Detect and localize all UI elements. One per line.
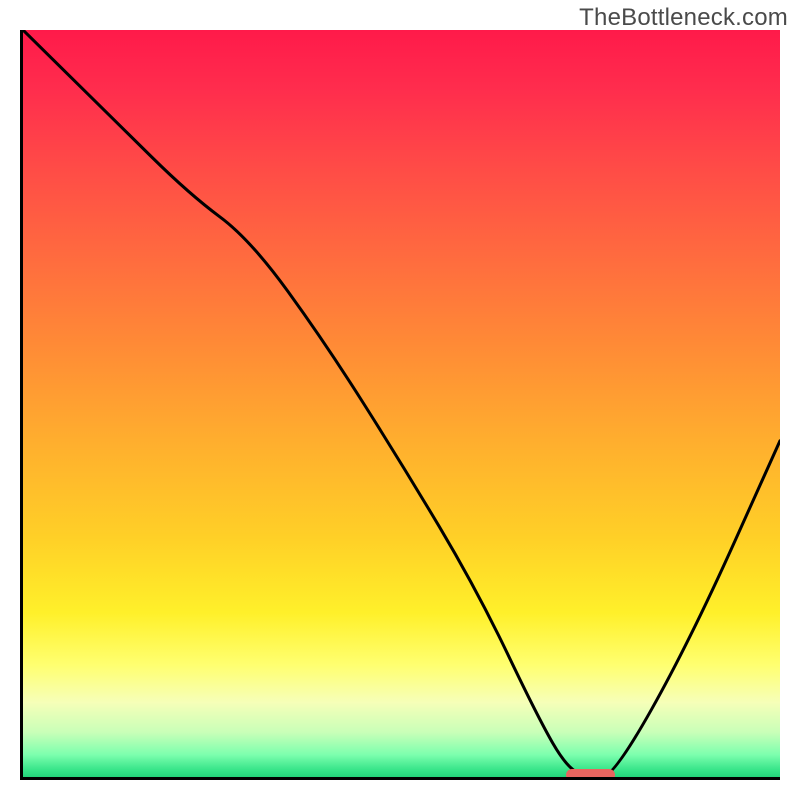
curve-layer (23, 30, 780, 777)
plot-area (23, 30, 780, 777)
bottleneck-curve (23, 30, 780, 777)
bottleneck-chart: TheBottleneck.com (0, 0, 800, 800)
watermark-label: TheBottleneck.com (579, 4, 788, 32)
x-axis (20, 777, 780, 780)
optimal-marker (566, 769, 615, 777)
